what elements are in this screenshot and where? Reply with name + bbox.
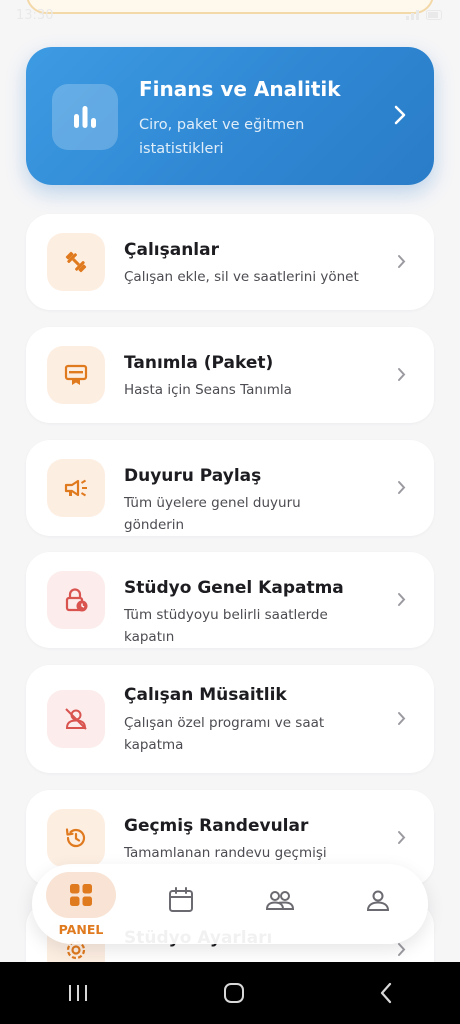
group-icon (265, 891, 295, 910)
chevron-right-icon (397, 480, 406, 499)
nav-tab-panel[interactable]: PANEL (46, 872, 116, 938)
menu-card-title: Stüdyo Genel Kapatma (124, 578, 344, 598)
home-icon[interactable] (223, 982, 245, 1004)
chevron-right-icon (397, 830, 406, 849)
card-membership-icon (47, 346, 105, 404)
calendar-icon (169, 887, 193, 912)
bottom-navigation: PANEL (32, 864, 428, 944)
person-off-icon (47, 690, 105, 748)
chevron-right-icon (397, 592, 406, 611)
menu-card-employee-availability[interactable]: Çalışan Müsaitlik Çalışan özel programı … (26, 665, 434, 773)
grid-icon (46, 872, 116, 918)
menu-card-title: Geçmiş Randevular (124, 816, 309, 836)
nav-tab-calendar[interactable] (146, 886, 216, 952)
chevron-right-icon (397, 711, 406, 730)
megaphone-icon (47, 459, 105, 517)
menu-card-employees[interactable]: Çalışanlar Çalışan ekle, sil ve saatleri… (26, 214, 434, 310)
history-icon (47, 809, 105, 867)
menu-card-announcement[interactable]: Duyuru Paylaş Tüm üyelere genel duyuru g… (26, 440, 434, 536)
chevron-right-icon (397, 367, 406, 386)
chevron-right-icon (394, 105, 406, 129)
menu-card-subtitle: Çalışan ekle, sil ve saatlerini yönet (124, 269, 359, 285)
hero-subtitle: Ciro, paket ve eğitmen istatistikleri (139, 117, 305, 157)
battery-icon (426, 10, 442, 20)
nav-tab-label: PANEL (58, 922, 104, 937)
chevron-right-icon (397, 254, 406, 273)
system-navigation-bar (0, 962, 460, 1024)
menu-card-title: Çalışanlar (124, 240, 219, 260)
menu-card-subtitle: Hasta için Seans Tanımla (124, 382, 292, 398)
nav-tab-profile[interactable] (343, 888, 413, 954)
recent-apps-icon[interactable] (67, 983, 89, 1003)
menu-card-title: Duyuru Paylaş (124, 466, 262, 486)
menu-card-subtitle: Tüm stüdyoyu belirli saatlerde kapatın (124, 607, 328, 645)
menu-card-define-package[interactable]: Tanımla (Paket) Hasta için Seans Tanımla (26, 327, 434, 423)
hero-title: Finans ve Analitik (139, 77, 341, 101)
menu-card-subtitle: Tamamlanan randevu geçmişi (124, 845, 327, 861)
status-icons (406, 10, 444, 20)
menu-card-title: Çalışan Müsaitlik (124, 685, 287, 705)
person-icon (366, 890, 390, 911)
dumbbell-icon (47, 233, 105, 291)
menu-card-studio-closure[interactable]: Stüdyo Genel Kapatma Tüm stüdyoyu belirl… (26, 552, 434, 648)
status-bar: 13:30 (0, 0, 460, 30)
menu-card-title: Tanımla (Paket) (124, 353, 274, 373)
bar-chart-icon (52, 84, 118, 150)
finance-analytics-card[interactable]: Finans ve Analitik Ciro, paket ve eğitme… (26, 47, 434, 185)
back-icon[interactable] (379, 982, 393, 1004)
menu-card-subtitle: Tüm üyelere genel duyuru gönderin (124, 495, 301, 533)
nav-tab-members[interactable] (245, 889, 315, 955)
menu-card-subtitle: Çalışan özel programı ve saat kapatma (124, 715, 325, 753)
status-time: 13:30 (16, 7, 54, 23)
lock-clock-icon (47, 571, 105, 629)
signal-icon (406, 10, 419, 20)
